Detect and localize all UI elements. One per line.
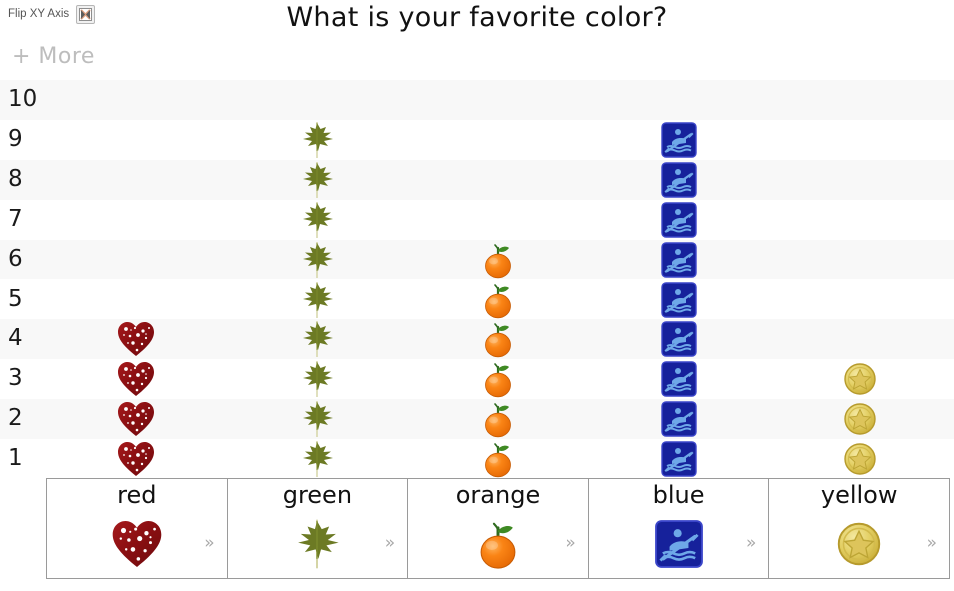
y-axis-tick-label: 9 <box>8 125 23 152</box>
chart-grid-row: 10 <box>0 80 954 120</box>
y-axis-tick-label: 6 <box>8 245 23 272</box>
legend-next-icon-button[interactable]: » <box>565 535 575 552</box>
chart-grid-row: 7 <box>0 199 954 240</box>
chart-grid-row: 6 <box>0 239 954 280</box>
legend-next-icon-button[interactable]: » <box>746 535 756 552</box>
chart-grid-row: 1 <box>0 439 954 479</box>
y-axis-tick-label: 8 <box>8 165 23 192</box>
legend-cell-yellow[interactable]: yellow » <box>769 479 949 578</box>
legend-label: orange <box>455 481 541 509</box>
chart-plot-area: 10 9 8 7 6 5 4 3 2 1 <box>0 80 954 479</box>
y-axis-tick-label: 2 <box>8 405 23 432</box>
legend-label: yellow <box>820 481 898 509</box>
heart-icon <box>47 515 227 573</box>
y-axis-tick-label: 5 <box>8 285 23 312</box>
legend-cell-red[interactable]: red » <box>47 479 228 578</box>
y-axis-tick-label: 4 <box>8 325 23 352</box>
chart-grid-row: 3 <box>0 359 954 400</box>
chart-grid-row: 4 <box>0 319 954 360</box>
legend-label: green <box>282 481 353 509</box>
chart-grid-row: 9 <box>0 119 954 160</box>
y-axis-tick-label: 3 <box>8 365 23 392</box>
legend-next-icon-button[interactable]: » <box>385 535 395 552</box>
chart-grid-row: 5 <box>0 279 954 320</box>
y-axis-tick-label: 1 <box>8 445 23 472</box>
legend-label: red <box>117 481 157 509</box>
y-axis-tick-label: 10 <box>8 86 38 112</box>
legend-next-icon-button[interactable]: » <box>204 535 214 552</box>
category-legend-table: red » green » orange » blue » yellow » <box>46 478 950 579</box>
more-link[interactable]: + More <box>12 44 95 69</box>
leaf-icon <box>228 515 408 573</box>
legend-cell-blue[interactable]: blue » <box>589 479 770 578</box>
legend-label: blue <box>652 481 705 509</box>
orange-fruit-icon <box>408 515 588 573</box>
chart-grid-row: 8 <box>0 159 954 200</box>
y-axis-tick-label: 7 <box>8 205 23 232</box>
chart-grid-row: 2 <box>0 399 954 440</box>
star-coin-icon <box>769 515 949 573</box>
legend-cell-orange[interactable]: orange » <box>408 479 589 578</box>
kayak-icon <box>589 515 769 573</box>
legend-cell-green[interactable]: green » <box>228 479 409 578</box>
legend-next-icon-button[interactable]: » <box>927 535 937 552</box>
page-title: What is your favorite color? <box>286 2 668 33</box>
